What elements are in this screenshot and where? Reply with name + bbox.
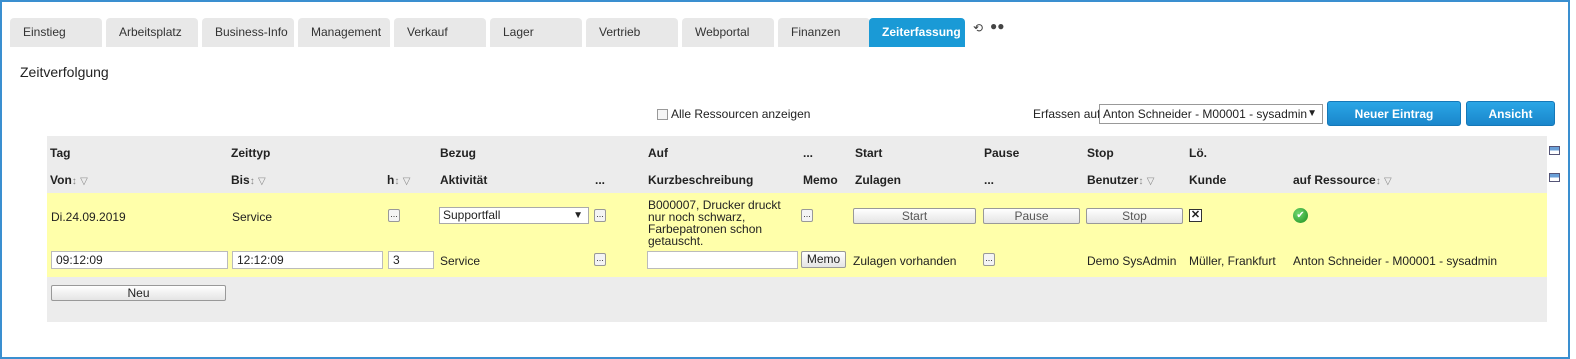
header-benutzer-label: Benutzer [1087, 173, 1139, 187]
sort-icon[interactable]: ↕ [1376, 176, 1381, 187]
header-stop[interactable]: Stop [1087, 146, 1114, 160]
sort-icon[interactable]: ↕ [250, 176, 255, 187]
tab-lager[interactable]: Lager [490, 18, 582, 47]
row-zulagen: Zulagen vorhanden [853, 254, 957, 268]
dots-icon[interactable]: ●● [990, 19, 1005, 33]
header-start[interactable]: Start [855, 146, 882, 160]
delete-checkbox[interactable]: ✕ [1189, 209, 1202, 222]
filter-icon[interactable]: ▽ [258, 176, 266, 187]
new-entry-button[interactable]: Neuer Eintrag [1327, 101, 1461, 126]
header-tag[interactable]: Tag [50, 146, 70, 160]
header-kurzbeschreibung[interactable]: Kurzbeschreibung [648, 173, 753, 187]
new-row-button[interactable]: Neu [51, 285, 226, 301]
header-auf[interactable]: Auf [648, 146, 668, 160]
resource-select[interactable]: Anton Schneider - M00001 - sysadmin ▼ [1099, 104, 1323, 124]
tab-finanzen[interactable]: Finanzen [778, 18, 870, 47]
sort-icon[interactable]: ↕ [394, 176, 399, 187]
row-aktivitaet: Service [440, 254, 481, 268]
row-description: B000007, Drucker druckt nur noch schwarz… [648, 198, 781, 248]
resource-select-value: Anton Schneider - M00001 - sysadmin [1103, 107, 1308, 121]
von-input[interactable]: 09:12:09 [51, 251, 228, 269]
header-von[interactable]: Von↕ ▽ [50, 173, 88, 187]
header-benutzer[interactable]: Benutzer↕ ▽ [1087, 173, 1154, 187]
tab-arbeitsplatz[interactable]: Arbeitsplatz [106, 18, 198, 47]
show-all-resources[interactable]: Alle Ressourcen anzeigen [657, 107, 810, 121]
bezug-select-value: Supportfall [443, 208, 501, 222]
tab-einstieg[interactable]: Einstieg [10, 18, 102, 47]
filter-icon[interactable]: ▽ [1384, 176, 1392, 187]
pause-button[interactable]: Pause [983, 208, 1080, 224]
erfassen-label: Erfassen auf [1033, 107, 1101, 121]
hours-input[interactable]: 3 [388, 251, 434, 269]
sort-icon[interactable]: ↕ [1138, 176, 1143, 187]
header-dots-2[interactable]: ... [984, 173, 994, 187]
header-bis-label: Bis [231, 173, 250, 187]
tab-verkauf[interactable]: Verkauf [394, 18, 486, 47]
stop-button[interactable]: Stop [1086, 208, 1183, 224]
header-bis[interactable]: Bis↕ ▽ [231, 173, 266, 187]
start-button[interactable]: Start [853, 208, 976, 224]
bis-input[interactable]: 12:12:09 [232, 251, 383, 269]
header-memo[interactable]: Memo [803, 173, 838, 187]
row-ressource: Anton Schneider - M00001 - sysadmin [1293, 254, 1498, 268]
tab-management[interactable]: Management [298, 18, 390, 47]
show-all-label: Alle Ressourcen anzeigen [671, 107, 811, 121]
tab-zeiterfassung[interactable]: Zeiterfassung [869, 18, 965, 47]
header-h[interactable]: h↕ ▽ [387, 173, 410, 187]
view-button[interactable]: Ansicht [1466, 101, 1555, 126]
row-day: Di.24.09.2019 [51, 210, 126, 224]
header-pause[interactable]: Pause [984, 146, 1019, 160]
header-auf-ressource[interactable]: auf Ressource↕ ▽ [1293, 173, 1392, 187]
header-kunde[interactable]: Kunde [1189, 173, 1226, 187]
row-aktivitaet-dots-button[interactable]: ... [594, 253, 606, 266]
tab-business-info[interactable]: Business-Info [202, 18, 294, 47]
header-zeittyp[interactable]: Zeittyp [231, 146, 270, 160]
page-title: Zeitverfolgung [20, 64, 109, 80]
row-auf-dots-button[interactable]: ... [801, 209, 813, 222]
header-dots-1[interactable]: ... [595, 173, 605, 187]
show-all-checkbox[interactable] [657, 108, 668, 120]
kurzbeschreibung-input[interactable] [647, 251, 798, 269]
row-bezug-dots-button[interactable]: ... [594, 209, 606, 222]
filter-icon[interactable]: ▽ [403, 176, 411, 187]
tab-vertrieb[interactable]: Vertrieb [586, 18, 678, 47]
row-h-dots-button[interactable]: ... [388, 209, 400, 222]
filter-icon[interactable]: ▽ [1147, 176, 1155, 187]
check-ok-icon: ✔ [1293, 208, 1308, 223]
row-benutzer: Demo SysAdmin [1087, 254, 1177, 268]
header-zulagen[interactable]: Zulagen [855, 173, 901, 187]
header-auf-ressource-label: auf Ressource [1293, 173, 1376, 187]
tab-webportal[interactable]: Webportal [682, 18, 774, 47]
refresh-icon[interactable]: ⟲ [973, 21, 983, 35]
row-zulagen-dots-button[interactable]: ... [983, 253, 995, 266]
header-loeschen[interactable]: Lö. [1189, 146, 1207, 160]
bezug-select[interactable]: Supportfall ▼ [439, 207, 589, 224]
sort-icon[interactable]: ↕ [72, 176, 77, 187]
header-von-label: Von [50, 173, 72, 187]
layout-icon[interactable] [1549, 146, 1560, 155]
row-kunde: Müller, Frankfurt [1189, 254, 1276, 268]
filter-icon[interactable]: ▽ [80, 176, 88, 187]
memo-button[interactable]: Memo [801, 251, 846, 268]
header-bezug[interactable]: Bezug [440, 146, 476, 160]
header-dots[interactable]: ... [803, 146, 813, 160]
chevron-down-icon: ▼ [573, 210, 583, 221]
row-zeittyp: Service [232, 210, 273, 224]
layout-icon[interactable] [1549, 173, 1560, 182]
chevron-down-icon: ▼ [1307, 108, 1317, 119]
header-aktivitaet[interactable]: Aktivität [440, 173, 487, 187]
